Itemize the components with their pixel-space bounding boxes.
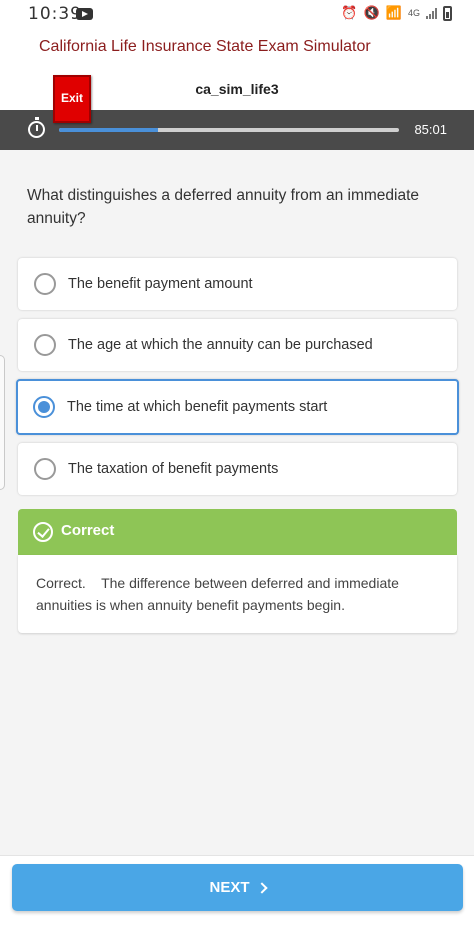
option-label: The time at which benefit payments start — [67, 399, 328, 415]
footer: NEXT — [0, 855, 474, 935]
question-text: What distinguishes a deferred annuity fr… — [27, 187, 420, 227]
answer-option-3[interactable]: The time at which benefit payments start — [16, 379, 459, 435]
mute-icon: 🔇 — [363, 5, 380, 20]
status-time: 10:39 — [28, 4, 82, 24]
result-explanation-box: Correct. The difference between deferred… — [18, 555, 457, 633]
option-label: The benefit payment amount — [68, 276, 253, 292]
signal-icon — [426, 7, 437, 19]
answer-option-4[interactable]: The taxation of benefit payments — [18, 443, 457, 495]
timer: 85:01 — [414, 122, 447, 137]
app-title: California Life Insurance State Exam Sim… — [39, 38, 371, 55]
app-header: California Life Insurance State Exam Sim… — [0, 30, 474, 123]
stopwatch-icon — [28, 117, 45, 138]
radio-button[interactable] — [34, 273, 56, 295]
explanation-text: Correct. The difference between deferred… — [36, 575, 403, 613]
battery-icon — [443, 5, 452, 21]
answer-option-2[interactable]: The age at which the annuity can be purc… — [18, 319, 457, 371]
radio-button[interactable] — [34, 334, 56, 356]
question-content: What distinguishes a deferred annuity fr… — [0, 150, 474, 855]
radio-button-selected[interactable] — [33, 396, 55, 418]
check-circle-icon — [33, 522, 53, 542]
option-label: The age at which the annuity can be purc… — [68, 337, 373, 353]
wifi-icon: 📶 — [385, 5, 402, 20]
option-label: The taxation of benefit payments — [68, 461, 279, 477]
network-label: 4G — [407, 8, 420, 18]
progress-track — [59, 128, 399, 132]
next-label: NEXT — [209, 879, 250, 896]
exit-button[interactable]: Exit — [53, 75, 91, 123]
side-panel-handle[interactable] — [0, 355, 5, 490]
alarm-icon: ⏰ — [341, 5, 358, 20]
radio-button[interactable] — [34, 458, 56, 480]
result-header: Correct — [18, 509, 457, 555]
youtube-icon — [76, 8, 93, 20]
chevron-right-icon — [255, 882, 268, 894]
answer-option-1[interactable]: The benefit payment amount — [18, 258, 457, 310]
result-title: Correct — [61, 522, 115, 539]
next-button[interactable]: NEXT — [12, 864, 463, 911]
status-icons: ⏰ 🔇 📶 4G — [341, 5, 452, 21]
status-bar: 10:39 ⏰ 🔇 📶 4G — [0, 0, 474, 30]
progress-fill — [59, 128, 158, 132]
